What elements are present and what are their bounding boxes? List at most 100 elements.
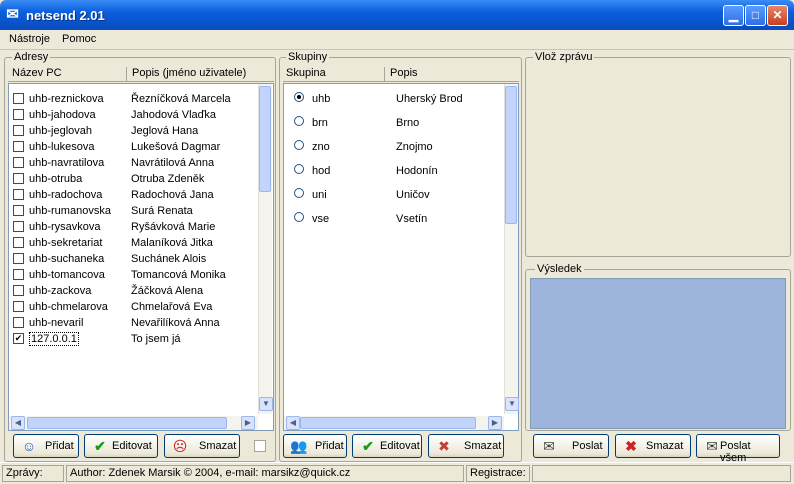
address-checkbox[interactable]	[13, 285, 24, 296]
address-pc-name: uhb-nevaril	[29, 317, 84, 329]
address-checkbox[interactable]	[13, 269, 24, 280]
address-checkbox[interactable]	[13, 205, 24, 216]
addresses-vscrollbar[interactable]: ▼	[258, 84, 273, 414]
group-desc: Uherský Brod	[396, 93, 463, 105]
edit-address-button[interactable]: ✔ Editovat	[84, 434, 158, 458]
address-row[interactable]: uhb-navratilova Navrátilová Anna	[9, 155, 257, 171]
send-button[interactable]: ✉ Poslat	[533, 434, 609, 458]
scroll-left-button[interactable]: ◀	[11, 416, 25, 430]
group-row[interactable]: uni Uničov	[284, 186, 504, 202]
scroll-right-button[interactable]: ▶	[241, 416, 255, 430]
add-group-button[interactable]: 👥 Přidat	[283, 434, 347, 458]
address-row[interactable]: uhb-otruba Otruba Zdeněk	[9, 171, 257, 187]
scroll-down-button[interactable]: ▼	[259, 397, 273, 411]
group-row[interactable]: uhb Uherský Brod	[284, 90, 504, 106]
group-name: uni	[312, 189, 327, 201]
group-radio[interactable]	[294, 92, 304, 102]
address-row[interactable]: ✔ 127.0.0.1 To jsem já	[9, 331, 257, 347]
message-textarea[interactable]	[529, 66, 787, 252]
address-row[interactable]: uhb-jeglovah Jeglová Hana	[9, 123, 257, 139]
scroll-right-button[interactable]: ▶	[488, 416, 502, 430]
scroll-thumb[interactable]	[259, 86, 271, 192]
address-checkbox[interactable]	[13, 253, 24, 264]
menu-pomoc[interactable]: Pomoc	[62, 33, 96, 45]
checkmark-icon: ✔	[362, 438, 374, 454]
group-radio[interactable]	[294, 188, 304, 198]
result-group-label: Výsledek	[535, 263, 584, 275]
hscroll-thumb[interactable]	[300, 417, 476, 429]
minimize-button[interactable]: ▁	[723, 5, 744, 26]
col-header-user[interactable]: Popis (jméno uživatele)	[132, 67, 246, 79]
address-checkbox[interactable]	[13, 109, 24, 120]
groups-list[interactable]: uhb Uherský Brod brn Brno zno Znojmo hod Hodoní…	[283, 83, 519, 431]
scroll-left-button[interactable]: ◀	[286, 416, 300, 430]
address-checkbox[interactable]	[13, 189, 24, 200]
add-address-button[interactable]: ☺ Přidat	[13, 434, 79, 458]
group-row[interactable]: hod Hodonín	[284, 162, 504, 178]
address-row[interactable]: uhb-jahodova Jahodová Vlaďka	[9, 107, 257, 123]
group-radio[interactable]	[294, 212, 304, 222]
col-header-group-desc[interactable]: Popis	[390, 67, 418, 79]
group-radio[interactable]	[294, 116, 304, 126]
addresses-hscrollbar[interactable]: ◀ ▶	[9, 416, 258, 430]
group-name: zno	[312, 141, 330, 153]
address-row[interactable]: uhb-nevaril Nevařilíková Anna	[9, 315, 257, 331]
address-checkbox[interactable]	[13, 237, 24, 248]
address-checkbox[interactable]: ✔	[13, 333, 24, 344]
scroll-thumb[interactable]	[505, 86, 517, 224]
hscroll-thumb[interactable]	[27, 417, 227, 429]
address-user-name: To jsem já	[131, 333, 181, 345]
group-row[interactable]: brn Brno	[284, 114, 504, 130]
col-separator[interactable]	[384, 67, 385, 81]
group-desc: Hodonín	[396, 165, 438, 177]
result-panel	[530, 278, 786, 429]
address-row[interactable]: uhb-lukesova Lukešová Dagmar	[9, 139, 257, 155]
address-row[interactable]: uhb-tomancova Tomancová Monika	[9, 267, 257, 283]
address-row[interactable]: uhb-rysavkova Ryšávková Marie	[9, 219, 257, 235]
clear-message-button[interactable]: ✖ Smazat	[615, 434, 691, 458]
address-checkbox[interactable]	[13, 125, 24, 136]
address-checkbox[interactable]	[13, 317, 24, 328]
scroll-down-button[interactable]: ▼	[505, 397, 519, 411]
address-row[interactable]: uhb-suchaneka Suchánek Alois	[9, 251, 257, 267]
send-all-button[interactable]: ✉ Poslat všem	[696, 434, 780, 464]
address-checkbox[interactable]	[13, 141, 24, 152]
addresses-list[interactable]: uhb-reznickova Řezníčková Marcela uhb-jaho…	[8, 83, 274, 431]
address-checkbox[interactable]	[13, 301, 24, 312]
close-button[interactable]: ✕	[767, 5, 788, 26]
select-all-checkbox[interactable]	[254, 440, 266, 452]
address-checkbox[interactable]	[13, 173, 24, 184]
address-row[interactable]: uhb-zackova Žáčková Alena	[9, 283, 257, 299]
edit-group-button[interactable]: ✔ Editovat	[352, 434, 422, 458]
address-pc-name: uhb-rumanovska	[29, 205, 111, 217]
group-row[interactable]: vse Vsetín	[284, 210, 504, 226]
address-checkbox[interactable]	[13, 157, 24, 168]
col-header-group[interactable]: Skupina	[286, 67, 326, 79]
groups-vscrollbar[interactable]: ▼	[504, 84, 519, 414]
address-row[interactable]: uhb-rumanovska Surá Renata	[9, 203, 257, 219]
col-separator[interactable]	[126, 67, 127, 81]
group-radio[interactable]	[294, 164, 304, 174]
message-group-label: Vlož zprávu	[533, 51, 595, 63]
address-checkbox[interactable]	[13, 93, 24, 104]
address-user-name: Žáčková Alena	[131, 285, 204, 297]
address-row[interactable]: uhb-sekretariat Malaníková Jitka	[9, 235, 257, 251]
group-row[interactable]: zno Znojmo	[284, 138, 504, 154]
address-row[interactable]: uhb-radochova Radochová Jana	[9, 187, 257, 203]
address-row[interactable]: uhb-reznickova Řezníčková Marcela	[9, 91, 257, 107]
group-desc: Brno	[396, 117, 420, 129]
delete-group-button[interactable]: ✖ Smazat	[428, 434, 504, 458]
maximize-button[interactable]: □	[745, 5, 766, 26]
delete-address-button[interactable]: ☹ Smazat	[164, 434, 240, 458]
address-row[interactable]: uhb-chmelarova Chmelařová Eva	[9, 299, 257, 315]
col-header-pc-name[interactable]: Název PC	[12, 67, 62, 79]
menu-nastroje[interactable]: Nástroje	[9, 33, 50, 45]
address-pc-name: uhb-otruba	[29, 173, 83, 185]
address-pc-name: uhb-zackova	[29, 285, 92, 297]
groups-hscrollbar[interactable]: ◀ ▶	[284, 416, 504, 430]
title-bar[interactable]: ✉ netsend 2.01 ▁ □ ✕	[0, 0, 794, 30]
address-user-name: Otruba Zdeněk	[131, 173, 205, 185]
group-radio[interactable]	[294, 140, 304, 150]
address-checkbox[interactable]	[13, 221, 24, 232]
group-desc: Uničov	[396, 189, 430, 201]
